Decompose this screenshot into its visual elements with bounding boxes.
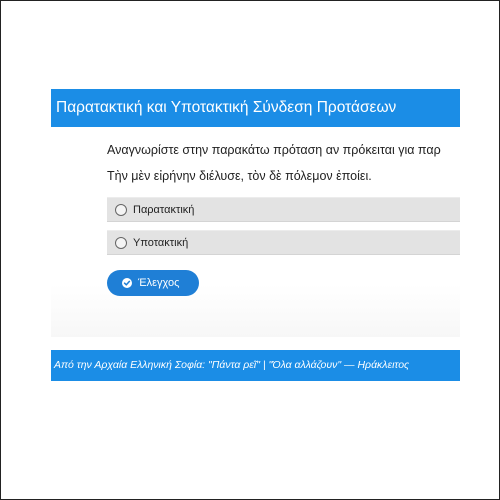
check-circle-icon (122, 278, 132, 288)
option-label: Υποτακτική (133, 237, 189, 249)
radio-button[interactable] (115, 237, 127, 249)
footer-quote: Από την Αρχαία Ελληνική Σοφία: "Πάντα ρε… (51, 350, 460, 381)
page-title: Παρατακτική και Υποτακτική Σύνδεση Προτά… (51, 89, 460, 127)
quiz-app: Παρατακτική και Υποτακτική Σύνδεση Προτά… (51, 89, 460, 381)
option-hypotactic[interactable]: Υποτακτική (107, 230, 460, 255)
ancient-sentence: Τὴν μὲν εἰρήνην διέλυσε, τὸν δὲ πόλεμον … (107, 169, 372, 183)
option-paratactic[interactable]: Παρατακτική (107, 197, 460, 222)
option-label: Παρατακτική (133, 204, 195, 216)
question-prompt: Αναγνωρίστε στην παρακάτω πρόταση αν πρό… (107, 143, 441, 157)
check-button[interactable]: Έλεγχος (107, 270, 199, 296)
check-button-label: Έλεγχος (138, 277, 180, 289)
radio-button[interactable] (115, 204, 127, 216)
screenshot-frame: Παρατακτική και Υποτακτική Σύνδεση Προτά… (0, 0, 500, 500)
